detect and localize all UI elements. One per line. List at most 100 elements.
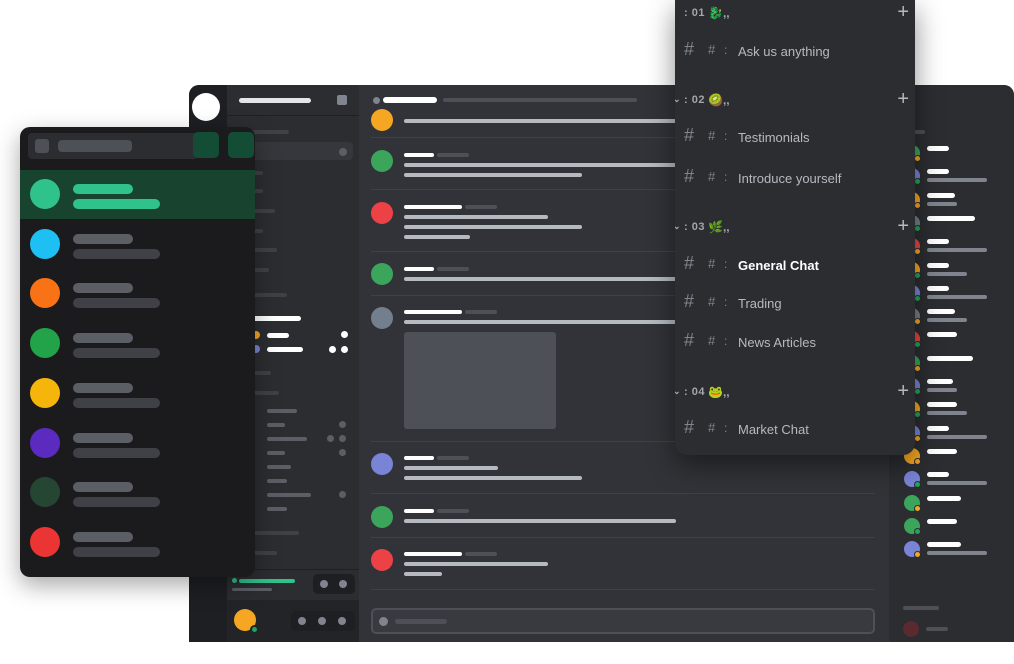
channel-item[interactable]: # #: General Chat [675, 252, 915, 280]
member-status-dot [914, 178, 921, 186]
member-status-placeholder [927, 248, 987, 253]
add-channel-icon[interactable]: + [897, 1, 909, 24]
category-emoji: 🐸,, [708, 385, 730, 399]
dm-list-item[interactable] [20, 269, 255, 318]
dm-list-panel [20, 127, 255, 577]
member-name-placeholder [927, 379, 953, 384]
channel-list-popup: : 01 🐉,, + # #: Ask us anything ⌄: 02 🥝,, + # #: Te… [675, 0, 915, 455]
dm-list-item[interactable] [20, 319, 255, 368]
add-channel-icon[interactable]: + [897, 215, 909, 238]
member-status-dot [914, 271, 921, 279]
avatar [30, 328, 60, 359]
category-name: : 01 [684, 7, 705, 19]
avatar [30, 377, 60, 408]
member-status-dot [914, 434, 921, 442]
category-header[interactable]: ⌄: 04 🐸,, + [675, 380, 915, 405]
dm-preview-placeholder [73, 199, 160, 209]
member-name-placeholder [927, 309, 955, 315]
category-name: : 04 [684, 386, 705, 398]
channel-item[interactable]: # #: Introduce yourself [675, 165, 915, 193]
avatar [30, 228, 60, 259]
dm-preview-placeholder [73, 248, 160, 259]
channel-separator: : [724, 295, 728, 309]
member-status-dot [914, 155, 921, 162]
server-menu-icon[interactable] [337, 95, 347, 105]
channel-placeholder[interactable] [249, 130, 289, 134]
add-channel-icon[interactable]: + [897, 380, 909, 403]
member-name-placeholder [927, 355, 973, 361]
channel-separator: : [724, 421, 728, 435]
member-name-placeholder [927, 472, 949, 478]
small-hashtag-icon: # [708, 420, 716, 435]
channel-item[interactable]: # #: News Articles [675, 329, 915, 357]
category-header[interactable]: ⌄: 02 🥝,, + [675, 88, 915, 113]
add-channel-icon[interactable]: + [897, 88, 909, 111]
channel-item[interactable]: # #: Trading [675, 290, 915, 318]
member-name-placeholder [927, 425, 949, 431]
dm-list-item[interactable] [20, 518, 255, 567]
category-emoji: 🌿,, [708, 220, 730, 234]
member-status-dot [914, 248, 921, 256]
category-name: : 02 [684, 94, 705, 106]
channel-label: Testimonials [738, 130, 810, 145]
dm-preview-placeholder [73, 298, 160, 309]
channel-item[interactable]: # #: Market Chat [675, 416, 915, 444]
hashtag-icon: # [684, 291, 695, 311]
dm-action-button[interactable] [193, 132, 219, 158]
message-avatar[interactable] [371, 150, 393, 172]
channel-item[interactable]: # #: Ask us anything [675, 38, 915, 66]
dm-list-item[interactable] [20, 468, 255, 517]
member-status-dot [914, 411, 921, 419]
channel-separator: : [724, 129, 728, 143]
dm-preview-placeholder [73, 348, 160, 359]
member-name-placeholder [927, 402, 957, 408]
channel-separator: : [724, 170, 728, 184]
message-avatar[interactable] [371, 109, 393, 131]
chat-header-title [383, 97, 437, 103]
hashtag-icon: # [684, 417, 695, 437]
member-status-placeholder [927, 294, 987, 299]
category-emoji: 🥝,, [708, 93, 730, 107]
channel-label: Market Chat [738, 422, 809, 437]
message-avatar[interactable] [371, 506, 393, 528]
member-status-placeholder [927, 271, 967, 276]
channel-item[interactable]: # #: Testimonials [675, 124, 915, 152]
dm-list-item[interactable] [20, 369, 255, 418]
avatar [30, 278, 60, 309]
dm-list-item[interactable] [20, 419, 255, 468]
category-header[interactable]: : 01 🐉,, + [675, 1, 915, 26]
member-name-placeholder [927, 239, 949, 245]
dm-preview-placeholder [73, 397, 160, 408]
hashtag-icon: # [684, 166, 695, 186]
hashtag-icon: # [684, 125, 695, 145]
attach-icon[interactable] [379, 617, 388, 626]
message-avatar[interactable] [371, 307, 393, 329]
dm-name-placeholder [73, 432, 133, 443]
category-header[interactable]: ⌄: 03 🌿,, + [675, 215, 915, 240]
message-image-attachment[interactable] [404, 332, 556, 429]
chat-header-topic [443, 98, 637, 102]
hashtag-icon: # [684, 39, 695, 59]
message-avatar[interactable] [371, 263, 393, 285]
dm-action-button[interactable] [228, 132, 254, 158]
member-status-dot [914, 388, 921, 395]
message-avatar[interactable] [371, 549, 393, 571]
member-status-dot [914, 481, 921, 489]
member-name-placeholder [927, 146, 949, 151]
member-status-placeholder [927, 481, 987, 486]
member-status-dot [914, 364, 921, 372]
dm-name-placeholder [73, 531, 133, 542]
chevron-down-icon: ⌄ [675, 94, 681, 104]
dm-list-item[interactable] [20, 220, 255, 269]
member-name-placeholder [927, 262, 949, 268]
channel-label: Introduce yourself [738, 171, 842, 186]
member-status-dot [914, 318, 921, 326]
home-server-button[interactable] [192, 93, 220, 121]
message-avatar[interactable] [371, 202, 393, 224]
member-name-placeholder [927, 215, 975, 221]
member-status-dot [914, 504, 921, 512]
chevron-down-icon: ⌄ [675, 221, 681, 231]
message-avatar[interactable] [371, 453, 393, 475]
dm-list-item[interactable] [20, 170, 255, 219]
member-status-placeholder [927, 201, 957, 206]
